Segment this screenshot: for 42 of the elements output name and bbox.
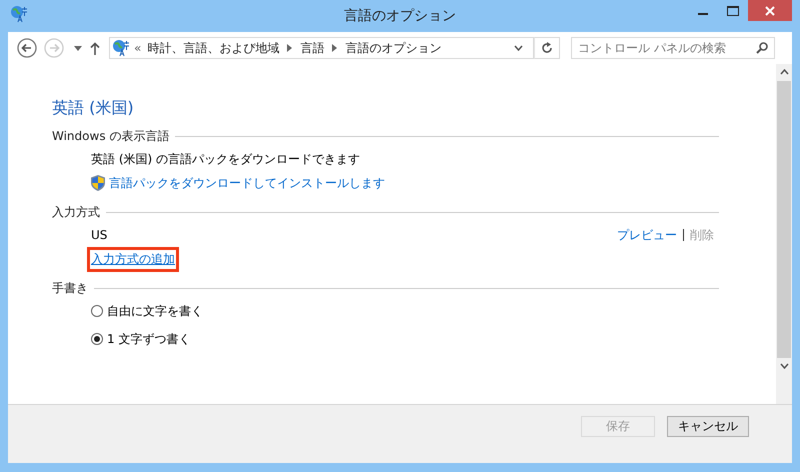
caret-icon bbox=[74, 46, 82, 50]
radio-button[interactable] bbox=[91, 305, 103, 317]
separator-icon bbox=[287, 44, 292, 52]
search-field[interactable]: コントロール パネルの検索 bbox=[571, 37, 775, 59]
window-title: 言語のオプション bbox=[344, 7, 456, 25]
globe-icon bbox=[112, 39, 130, 57]
globe-icon bbox=[10, 5, 28, 23]
search-icon bbox=[756, 42, 768, 54]
minimize-icon bbox=[698, 13, 708, 15]
radio-label[interactable]: 1 文字ずつ書く bbox=[107, 330, 190, 348]
page-heading: 英語 (米国) bbox=[52, 98, 135, 119]
breadcrumb-item[interactable]: 言語のオプション bbox=[345, 40, 442, 56]
breadcrumb-item[interactable]: 時計、言語、および地域 bbox=[147, 40, 280, 56]
overflow-chevron[interactable]: « bbox=[134, 41, 142, 55]
download-link[interactable]: 言語パックをダウンロードしてインストールします bbox=[109, 174, 385, 192]
radio-label[interactable]: 自由に文字を書く bbox=[107, 302, 203, 320]
section-title: 手書き bbox=[52, 280, 88, 296]
close-button[interactable] bbox=[748, 0, 792, 21]
shield-icon bbox=[91, 175, 105, 191]
maximize-icon bbox=[727, 6, 739, 16]
section-title: Windows の表示言語 bbox=[52, 128, 170, 144]
back-button[interactable] bbox=[17, 38, 37, 58]
up-button[interactable] bbox=[88, 40, 102, 56]
close-icon bbox=[765, 6, 775, 16]
address-bar[interactable]: « 時計、言語、および地域 言語 言語のオプション bbox=[109, 37, 534, 59]
input-method-name: US bbox=[91, 228, 108, 242]
scroll-down-icon bbox=[780, 363, 788, 369]
refresh-icon bbox=[541, 42, 553, 54]
action-link[interactable]: プレビュー bbox=[617, 226, 677, 244]
cancel-button[interactable]: キャンセル bbox=[667, 416, 749, 437]
refresh-button[interactable] bbox=[534, 37, 560, 59]
scroll-up-icon bbox=[780, 69, 788, 75]
scrollbar[interactable] bbox=[776, 64, 792, 404]
separator-icon bbox=[332, 44, 338, 52]
section-title: 入力方式 bbox=[52, 204, 100, 220]
radio-button[interactable] bbox=[91, 333, 103, 345]
divider-bar bbox=[683, 229, 684, 241]
scroll-thumb[interactable] bbox=[777, 81, 791, 358]
breadcrumb-item[interactable]: 言語 bbox=[300, 40, 324, 56]
info-text: 英語 (米国) の言語パックをダウンロードできます bbox=[91, 150, 360, 168]
chevron-icon bbox=[514, 45, 523, 51]
up-arrow-icon bbox=[90, 42, 100, 54]
